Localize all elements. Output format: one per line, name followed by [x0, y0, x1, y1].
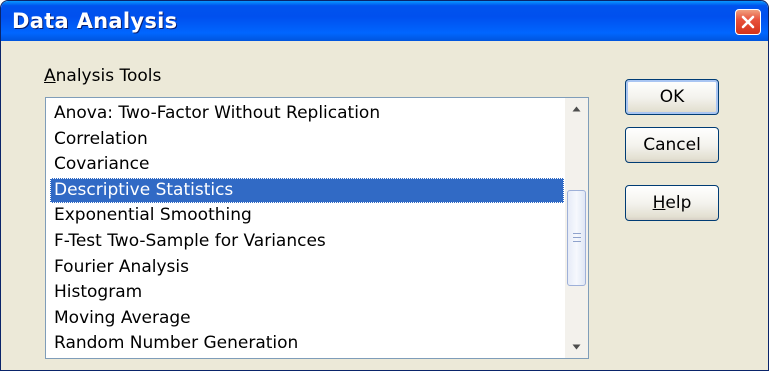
list-item[interactable]: Histogram	[50, 280, 564, 306]
list-item[interactable]: Covariance	[50, 152, 564, 178]
scroll-thumb[interactable]	[567, 190, 586, 286]
analysis-tools-label-text: nalysis Tools	[55, 66, 162, 86]
list-item[interactable]: Moving Average	[50, 306, 564, 332]
cancel-button[interactable]: Cancel	[625, 127, 719, 163]
analysis-tools-list: Anova: Two-Factor Without Replication Co…	[50, 101, 564, 357]
list-item[interactable]: Exponential Smoothing	[50, 203, 564, 229]
scroll-up-button[interactable]	[565, 98, 588, 120]
ok-button[interactable]: OK	[625, 79, 719, 115]
thumb-grip-line	[573, 237, 581, 238]
title-bar[interactable]: Data Analysis	[1, 1, 768, 41]
window-title: Data Analysis	[12, 9, 178, 33]
list-item[interactable]: Fourier Analysis	[50, 255, 564, 281]
vertical-scrollbar[interactable]	[565, 98, 588, 358]
thumb-grip-line	[573, 241, 581, 242]
list-item[interactable]: Anova: Two-Factor Without Replication	[50, 101, 564, 127]
analysis-tools-label-mnemonic: A	[44, 66, 56, 86]
scroll-down-arrow-icon	[572, 344, 581, 350]
scroll-down-button[interactable]	[565, 336, 588, 358]
analysis-tools-label: Analysis Tools	[44, 66, 161, 86]
list-item[interactable]: Random Number Generation	[50, 331, 564, 357]
dialog-body: Analysis Tools Anova: Two-Factor Without…	[1, 41, 768, 370]
thumb-grip-line	[573, 233, 581, 234]
scroll-up-arrow-icon	[572, 106, 581, 112]
analysis-tools-listbox[interactable]: Anova: Two-Factor Without Replication Co…	[45, 97, 589, 359]
close-button[interactable]	[735, 9, 761, 35]
data-analysis-dialog: Data Analysis Analysis Tools Anova: Two-…	[0, 0, 769, 371]
help-button-mnemonic: H	[652, 193, 666, 213]
help-button-label: elp	[665, 193, 692, 213]
list-item[interactable]: Correlation	[50, 127, 564, 153]
close-icon	[741, 15, 755, 29]
list-item[interactable]: F-Test Two-Sample for Variances	[50, 229, 564, 255]
list-item-selected[interactable]: Descriptive Statistics	[50, 177, 564, 204]
help-button[interactable]: Help	[625, 185, 719, 221]
